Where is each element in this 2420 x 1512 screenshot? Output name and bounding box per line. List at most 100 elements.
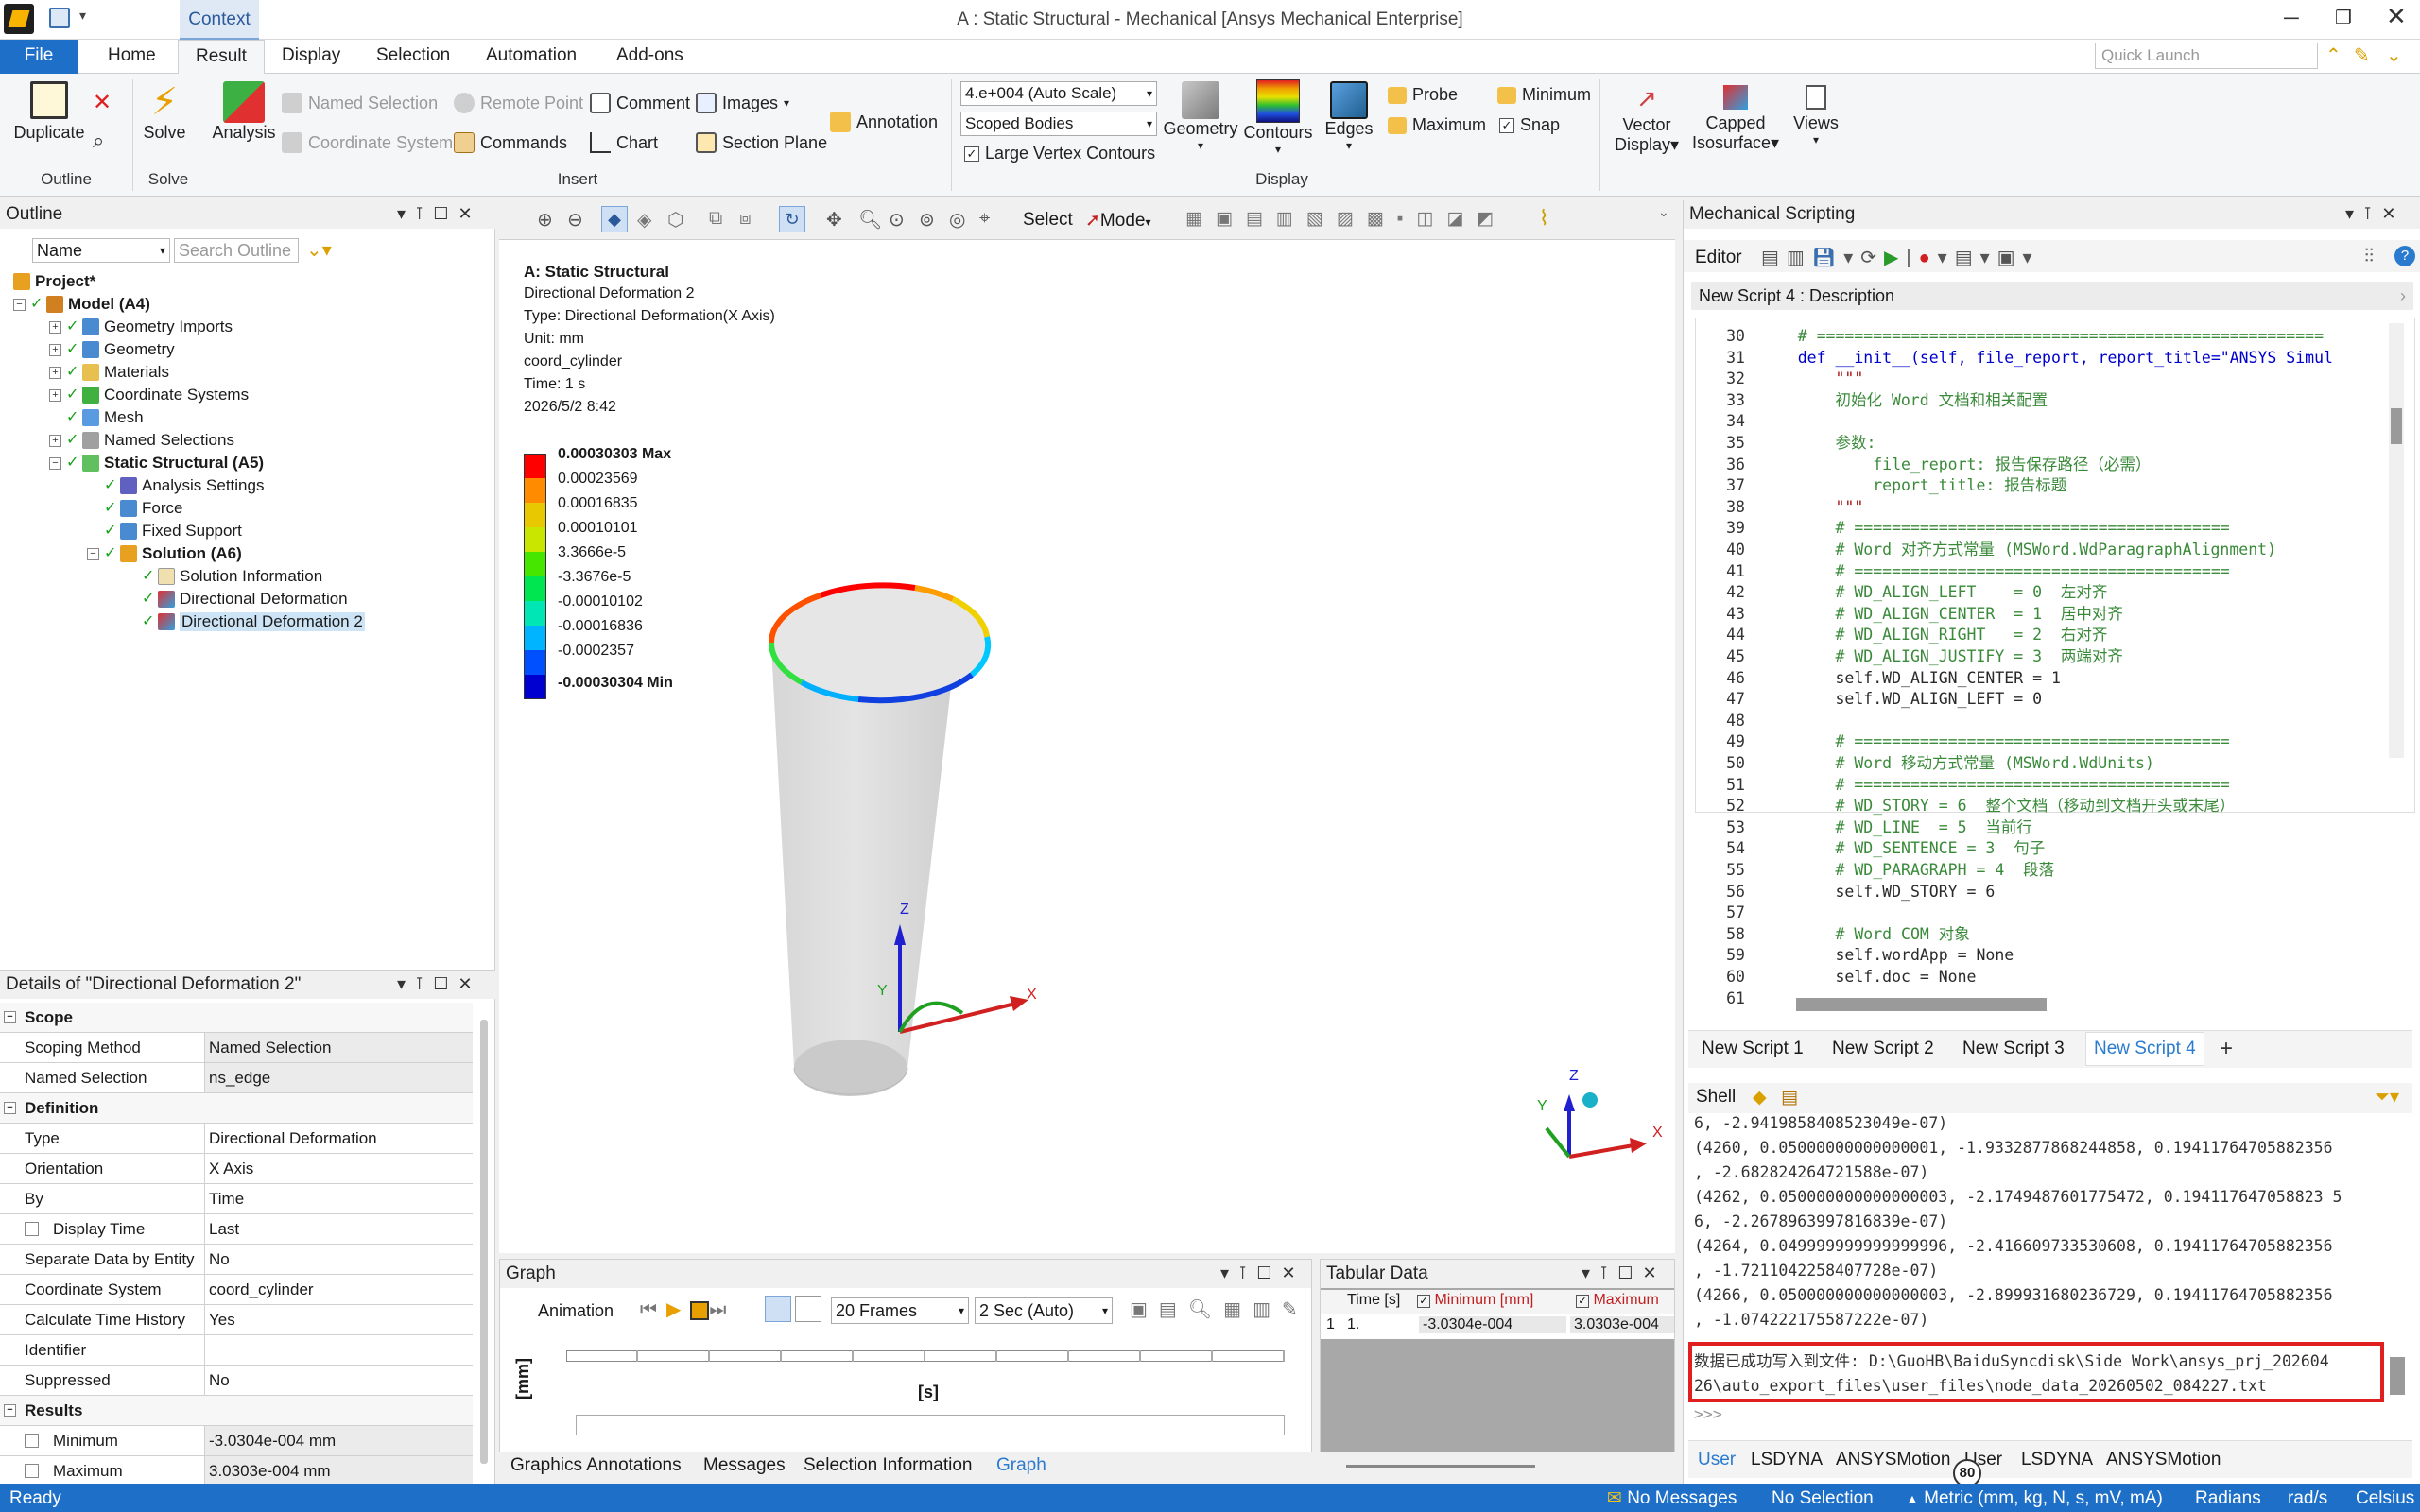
tab-automation[interactable]: Automation xyxy=(469,40,594,74)
tree-analysis-settings[interactable]: ✓ Analysis Settings xyxy=(104,476,264,495)
chart-line-icon[interactable]: ⌇ xyxy=(1539,206,1549,231)
close-window-icon[interactable]: ✕ xyxy=(2386,2,2407,31)
script-tab-2[interactable]: New Script 2 xyxy=(1832,1039,1934,1059)
tab-result[interactable]: Result xyxy=(178,40,265,75)
commands-button[interactable]: Commands xyxy=(454,132,567,153)
code-line[interactable]: # ======================================… xyxy=(1760,326,2420,348)
tab-selection[interactable]: Selection xyxy=(359,40,467,74)
zoom-box-2-icon[interactable]: ⊚ xyxy=(919,208,935,232)
shell-scrollbar[interactable] xyxy=(2390,1357,2405,1395)
details-section-definition[interactable]: − Definition xyxy=(0,1093,473,1124)
graphics-viewport[interactable]: A: Static Structural Directional Deforma… xyxy=(499,240,1675,1253)
search-icon[interactable]: ⌕ xyxy=(93,129,104,153)
tab-graphics-annotations[interactable]: Graphics Annotations xyxy=(510,1455,682,1476)
images-button[interactable]: Images ▾ xyxy=(696,93,789,113)
code-line[interactable]: # WD_ALIGN_CENTER = 1 居中对齐 xyxy=(1760,604,2420,626)
graph-tool-icons[interactable]: ▣▤🔍︎▦▥✎ xyxy=(1130,1297,1309,1321)
analysis-button[interactable]: Analysis xyxy=(206,81,282,143)
details-row-by[interactable]: By Time xyxy=(0,1184,473,1214)
tabular-cell-maximum[interactable]: 3.0303e-004 xyxy=(1570,1316,1674,1333)
selection-tools-icons[interactable]: ▦▣▤▥▧▨▩▪◫◪◩ xyxy=(1185,208,1507,230)
code-line[interactable]: file_report: 报告保存路径（必需） xyxy=(1760,455,2420,476)
remote-point-button[interactable]: Remote Point xyxy=(454,93,583,113)
editor-tool-icons[interactable]: ▤▥💾︎▾⟳▶|●▾▤▾▣▾ xyxy=(1761,246,2040,269)
code-line[interactable]: # Word COM 对象 xyxy=(1760,924,2420,946)
code-line[interactable]: """ xyxy=(1760,497,2420,519)
tabular-header-controls[interactable]: ▾⊺☐✕ xyxy=(1582,1263,1667,1283)
zoom-in-icon[interactable]: ⊕ xyxy=(537,208,553,232)
tree-geometry-imports[interactable]: + ✓ Geometry Imports xyxy=(49,318,233,336)
code-line[interactable]: # WD_ALIGN_JUSTIFY = 3 两端对齐 xyxy=(1760,646,2420,668)
code-line[interactable] xyxy=(1760,902,2420,924)
tab-file[interactable]: File xyxy=(0,40,78,74)
status-angle[interactable]: Radians xyxy=(2195,1486,2261,1512)
rotate-icon[interactable]: ↻ xyxy=(779,206,805,232)
code-line[interactable]: # Word 移动方式常量 (MSWord.WdUnits) xyxy=(1760,753,2420,775)
script-description-bar[interactable]: New Script 4 : Description › xyxy=(1691,282,2413,310)
code-line[interactable]: self.wordApp = None xyxy=(1760,945,2420,967)
tab-messages[interactable]: Messages xyxy=(703,1455,786,1476)
box-select-2-icon[interactable]: ⧈ xyxy=(739,208,752,230)
box-select-icon[interactable]: ⧉ xyxy=(709,208,722,230)
details-row-maximum[interactable]: Maximum 3.0303e-004 mm xyxy=(0,1456,473,1485)
code-line[interactable]: """ xyxy=(1760,369,2420,390)
details-row-suppressed[interactable]: Suppressed No xyxy=(0,1366,473,1396)
code-line[interactable]: # Word 对齐方式常量 (MSWord.WdParagraphAlignme… xyxy=(1760,540,2420,561)
code-line[interactable]: # WD_ALIGN_RIGHT = 2 右对齐 xyxy=(1760,625,2420,646)
minimize-icon[interactable]: ─ xyxy=(2284,6,2299,30)
annotation-button[interactable]: Annotation xyxy=(830,112,938,132)
select-face-icon[interactable]: ◈ xyxy=(637,208,651,232)
comment-button[interactable]: Comment xyxy=(590,93,690,113)
tree-static-structural[interactable]: − ✓ Static Structural (A5) xyxy=(49,454,264,472)
capped-isosurface-button[interactable]: Capped Isosurface▾ xyxy=(1686,81,1785,153)
details-row-orientation[interactable]: Orientation X Axis xyxy=(0,1154,473,1184)
graph-scrollbar[interactable] xyxy=(576,1415,1285,1435)
tab-home[interactable]: Home xyxy=(91,40,173,74)
shell-tab-lsdyna-2[interactable]: LSDYNA xyxy=(2021,1450,2093,1470)
details-row-minimum[interactable]: Minimum -3.0304e-004 mm xyxy=(0,1426,473,1456)
tree-project[interactable]: Project* xyxy=(13,272,95,291)
details-row-named-selection[interactable]: Named Selection ns_edge xyxy=(0,1063,473,1093)
details-row-coordinate-system[interactable]: Coordinate System coord_cylinder xyxy=(0,1275,473,1305)
tree-solution-information[interactable]: ✓ Solution Information xyxy=(142,567,322,586)
distributed-icon[interactable] xyxy=(765,1296,791,1322)
mode-button[interactable]: ➚Mode▾ xyxy=(1085,210,1150,232)
code-line[interactable]: report_title: 报告标题 xyxy=(1760,475,2420,497)
probe-button[interactable]: Probe xyxy=(1388,85,1458,105)
shell-copy-icon[interactable]: ▤ xyxy=(1781,1087,1798,1108)
details-row-display-time[interactable]: Display Time Last xyxy=(0,1214,473,1245)
code-line[interactable]: # WD_LINE = 5 当前行 xyxy=(1760,817,2420,839)
section-plane-button[interactable]: Section Plane xyxy=(696,132,827,153)
details-row-calculate-time-history[interactable]: Calculate Time History Yes xyxy=(0,1305,473,1335)
code-line[interactable]: # WD_PARAGRAPH = 4 段落 xyxy=(1760,860,2420,882)
select-button[interactable]: Select xyxy=(1023,210,1073,231)
bottom-scrollbar[interactable] xyxy=(1346,1465,1535,1468)
shell-tab-user[interactable]: User xyxy=(1698,1450,1736,1470)
code-hscroll-thumb-visible[interactable] xyxy=(1796,998,2046,1011)
shell-prompt[interactable]: >>> xyxy=(1694,1402,2375,1427)
code-line[interactable]: # ======================================… xyxy=(1760,561,2420,583)
details-header-controls[interactable]: ▾⊺☐✕ xyxy=(397,974,482,994)
outline-header-controls[interactable]: ▾⊺☐✕ xyxy=(397,204,482,224)
details-row-scoping-method[interactable]: Scoping Method Named Selection xyxy=(0,1033,473,1063)
status-messages[interactable]: ✉ No Messages xyxy=(1607,1486,1737,1512)
tree-fixed-support[interactable]: ✓ Fixed Support xyxy=(104,522,242,541)
script-tab-1[interactable]: New Script 1 xyxy=(1702,1039,1804,1059)
animation-controls[interactable]: ⏮▶ ⏭ xyxy=(640,1297,735,1321)
code-line[interactable]: # ======================================… xyxy=(1760,775,2420,797)
tab-display[interactable]: Display xyxy=(265,40,357,74)
geometry-button[interactable]: Geometry ▾ xyxy=(1163,81,1238,152)
scripting-header-controls[interactable]: ▾⊺✕ xyxy=(2345,204,2406,224)
tab-add-ons[interactable]: Add-ons xyxy=(599,40,700,74)
tree-model[interactable]: − ✓ Model (A4) xyxy=(13,295,150,314)
coordinate-system-button[interactable]: Coordinate System xyxy=(282,132,453,153)
tree-directional-deformation-2[interactable]: ✓ Directional Deformation 2 xyxy=(142,612,365,631)
details-section-scope[interactable]: − Scope xyxy=(0,1003,473,1033)
zoom-fit-icon[interactable]: ⊙ xyxy=(889,208,905,232)
tab-selection-information[interactable]: Selection Information xyxy=(804,1455,973,1476)
duration-select[interactable]: 2 Sec (Auto) ▾ xyxy=(975,1297,1113,1324)
select-edge-icon[interactable]: ⬡ xyxy=(667,208,683,232)
shell-filter-icon[interactable]: ⏷▾ xyxy=(2375,1085,2399,1108)
help-icon[interactable]: ✎ xyxy=(2354,43,2370,67)
details-row-type[interactable]: Type Directional Deformation xyxy=(0,1124,473,1154)
